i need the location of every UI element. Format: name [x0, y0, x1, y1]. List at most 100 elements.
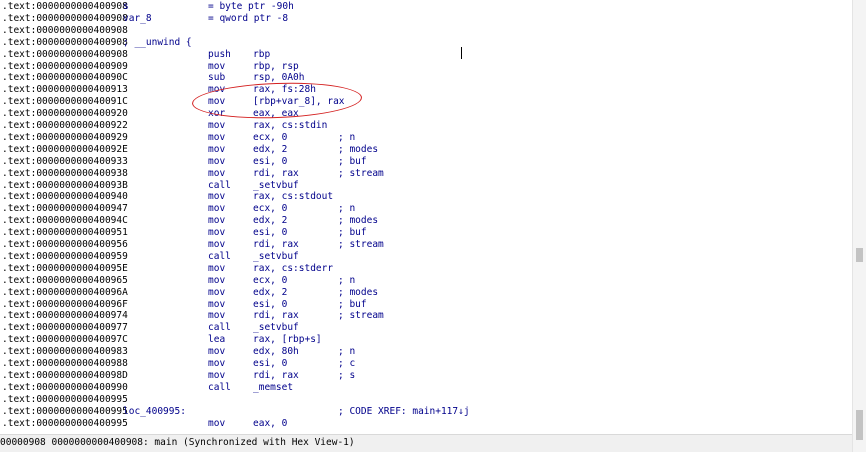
line-comment: ; stream	[338, 239, 384, 250]
text-cursor	[461, 47, 462, 59]
code-line[interactable]: .text:0000000000400988 mov esi, 0 ; c	[0, 358, 852, 370]
code-line[interactable]: .text:0000000000400929 mov ecx, 0 ; n	[0, 132, 852, 144]
code-line[interactable]: .text:000000000040094C mov edx, 2 ; modes	[0, 215, 852, 227]
line-address: .text:000000000040096A	[2, 286, 128, 298]
line-mnemonic: mov	[208, 239, 226, 250]
code-line[interactable]: .text:000000000040097C lea rax, [rbp+s]	[0, 334, 852, 346]
code-line[interactable]: .text:0000000000400959 call _setvbuf	[0, 251, 852, 263]
vertical-scrollbar[interactable]	[852, 0, 866, 452]
line-address: .text:0000000000400965	[2, 274, 128, 286]
code-line[interactable]: .text:0000000000400995 loc_400995: ; CODE …	[0, 406, 852, 418]
line-mnemonic: mov	[208, 286, 226, 298]
line-mnemonic: sub	[208, 72, 226, 84]
code-line[interactable]: .text:0000000000400956 mov rdi, rax ; strea…	[0, 239, 852, 251]
code-line[interactable]: .text:000000000040090C sub rsp, 0A0h	[0, 72, 852, 84]
code-line[interactable]: .text:0000000000400940 mov rax, cs:stdout	[0, 191, 852, 203]
code-line[interactable]: .text:000000000040096A mov edx, 2 ; modes	[0, 287, 852, 299]
line-comment: ; modes	[338, 215, 379, 227]
line-address: .text:0000000000400947	[2, 203, 128, 215]
code-line[interactable]: .text:0000000000400974 mov rdi, rax ; strea…	[0, 310, 852, 322]
line-address: .text:0000000000400988	[2, 358, 128, 369]
code-line[interactable]: .text:0000000000400920 xor eax, eax	[0, 108, 852, 120]
line-address: .text:0000000000400959	[2, 250, 128, 262]
line-address: .text:0000000000400933	[2, 155, 128, 167]
code-line[interactable]: .text:0000000000400922 mov rax, cs:stdin	[0, 120, 852, 132]
line-mnemonic: mov	[208, 60, 226, 72]
code-line[interactable]: .text:0000000000400951 mov esi, 0 ; buf	[0, 227, 852, 239]
code-line[interactable]: .text:0000000000400908 push rbp	[0, 49, 852, 61]
code-line[interactable]: .text:000000000040098D mov rdi, rax ; s	[0, 370, 852, 382]
code-line[interactable]: .text:000000000040093B call _setvbuf	[0, 180, 852, 192]
code-line[interactable]: .text:0000000000400983 mov edx, 80h ; n	[0, 346, 852, 358]
line-comment: ; c	[338, 358, 356, 369]
line-definition: = qword ptr -8	[208, 12, 289, 24]
line-comment: ; CODE XREF: main+117↓j	[338, 405, 470, 417]
disassembly-view[interactable]: .text:0000000000400908 s = byte ptr -90h .t…	[0, 0, 852, 434]
code-line[interactable]: .text:000000000040092E mov edx, 2 ; modes	[0, 144, 852, 156]
line-mnemonic: call	[208, 381, 231, 393]
line-label: loc_400995:	[123, 405, 186, 417]
line-operands: edx, 80h	[253, 346, 299, 358]
line-mnemonic: call	[208, 250, 231, 262]
code-line[interactable]: .text:0000000000400965 mov ecx, 0 ; n	[0, 275, 852, 287]
line-operands: _setvbuf	[253, 322, 299, 334]
code-line[interactable]: .text:000000000040091C mov [rbp+var_8], ra…	[0, 96, 852, 108]
code-line[interactable]: .text:0000000000400908 var_8 = qword ptr -…	[0, 13, 852, 25]
line-address: .text:0000000000400938	[2, 167, 128, 179]
line-operands: rdi, rax	[253, 239, 299, 250]
line-mnemonic: call	[208, 179, 231, 191]
code-line[interactable]: .text:0000000000400995	[0, 394, 852, 406]
line-address: .text:0000000000400922	[2, 120, 128, 131]
code-line[interactable]: .text:000000000040095E mov rax, cs:stderr	[0, 263, 852, 275]
line-address: .text:0000000000400908	[2, 36, 128, 48]
line-operands: rbp	[253, 48, 271, 60]
line-operands: esi, 0	[253, 298, 288, 310]
line-operands: rdi, rax	[253, 369, 299, 381]
line-comment: ; n	[338, 274, 356, 286]
code-line[interactable]: .text:0000000000400909 mov rbp, rsp	[0, 61, 852, 73]
line-mnemonic: mov	[208, 191, 226, 203]
line-comment: ; modes	[338, 286, 379, 298]
code-line[interactable]: .text:0000000000400908	[0, 25, 852, 37]
line-operands: edx, 2	[253, 143, 288, 155]
code-line[interactable]: .text:0000000000400938 mov rdi, rax ; strea…	[0, 168, 852, 180]
line-mnemonic: lea	[208, 334, 226, 346]
line-comment: ; s	[338, 369, 356, 381]
status-bar: 00000908 0000000000400908: main (Synchro…	[0, 434, 852, 452]
code-line[interactable]: .text:0000000000400913 mov rax, fs:28h	[0, 84, 852, 96]
code-line[interactable]: .text:0000000000400908; __unwind {	[0, 37, 852, 49]
line-operands: rax, [rbp+s]	[253, 334, 322, 346]
line-address: .text:000000000040093B	[2, 179, 128, 191]
scrollbar-thumb[interactable]	[856, 410, 863, 440]
line-address: .text:000000000040096F	[2, 298, 128, 310]
line-operands: esi, 0	[253, 227, 288, 239]
code-line[interactable]: .text:0000000000400977 call _setvbuf	[0, 322, 852, 334]
line-operands: rdi, rax	[253, 310, 299, 322]
code-line[interactable]: .text:000000000040096F mov esi, 0 ; buf	[0, 299, 852, 311]
line-address: .text:0000000000400940	[2, 191, 128, 203]
scroll-position-marker[interactable]	[856, 248, 863, 262]
code-line[interactable]: .text:0000000000400933 mov esi, 0 ; buf	[0, 156, 852, 168]
line-label: var_8	[123, 12, 152, 24]
code-line[interactable]: .text:0000000000400947 mov ecx, 0 ; n	[0, 203, 852, 215]
line-address: .text:000000000040090C	[2, 72, 128, 84]
line-mnemonic: mov	[208, 203, 226, 215]
line-address: .text:0000000000400913	[2, 84, 128, 96]
line-address: .text:0000000000400995	[2, 393, 128, 405]
line-mnemonic: mov	[208, 131, 226, 143]
line-operands: _setvbuf	[253, 250, 299, 262]
code-line[interactable]: .text:0000000000400990 call _memset	[0, 382, 852, 394]
line-address: .text:0000000000400956	[2, 239, 128, 250]
line-address: .text:0000000000400995	[2, 417, 128, 429]
line-address: .text:0000000000400909	[2, 60, 128, 72]
line-operands: rax, cs:stdin	[253, 120, 328, 131]
line-operands: rdi, rax	[253, 167, 299, 179]
line-address: .text:0000000000400974	[2, 310, 128, 322]
line-address: .text:0000000000400920	[2, 108, 128, 120]
code-line[interactable]: .text:0000000000400995 mov eax, 0	[0, 418, 852, 430]
code-line[interactable]: .text:0000000000400908 s = byte ptr -90h	[0, 1, 852, 13]
line-comment: ; stream	[338, 310, 384, 322]
line-operands: _memset	[253, 381, 294, 393]
line-address: .text:0000000000400983	[2, 346, 128, 358]
line-mnemonic: mov	[208, 346, 226, 358]
